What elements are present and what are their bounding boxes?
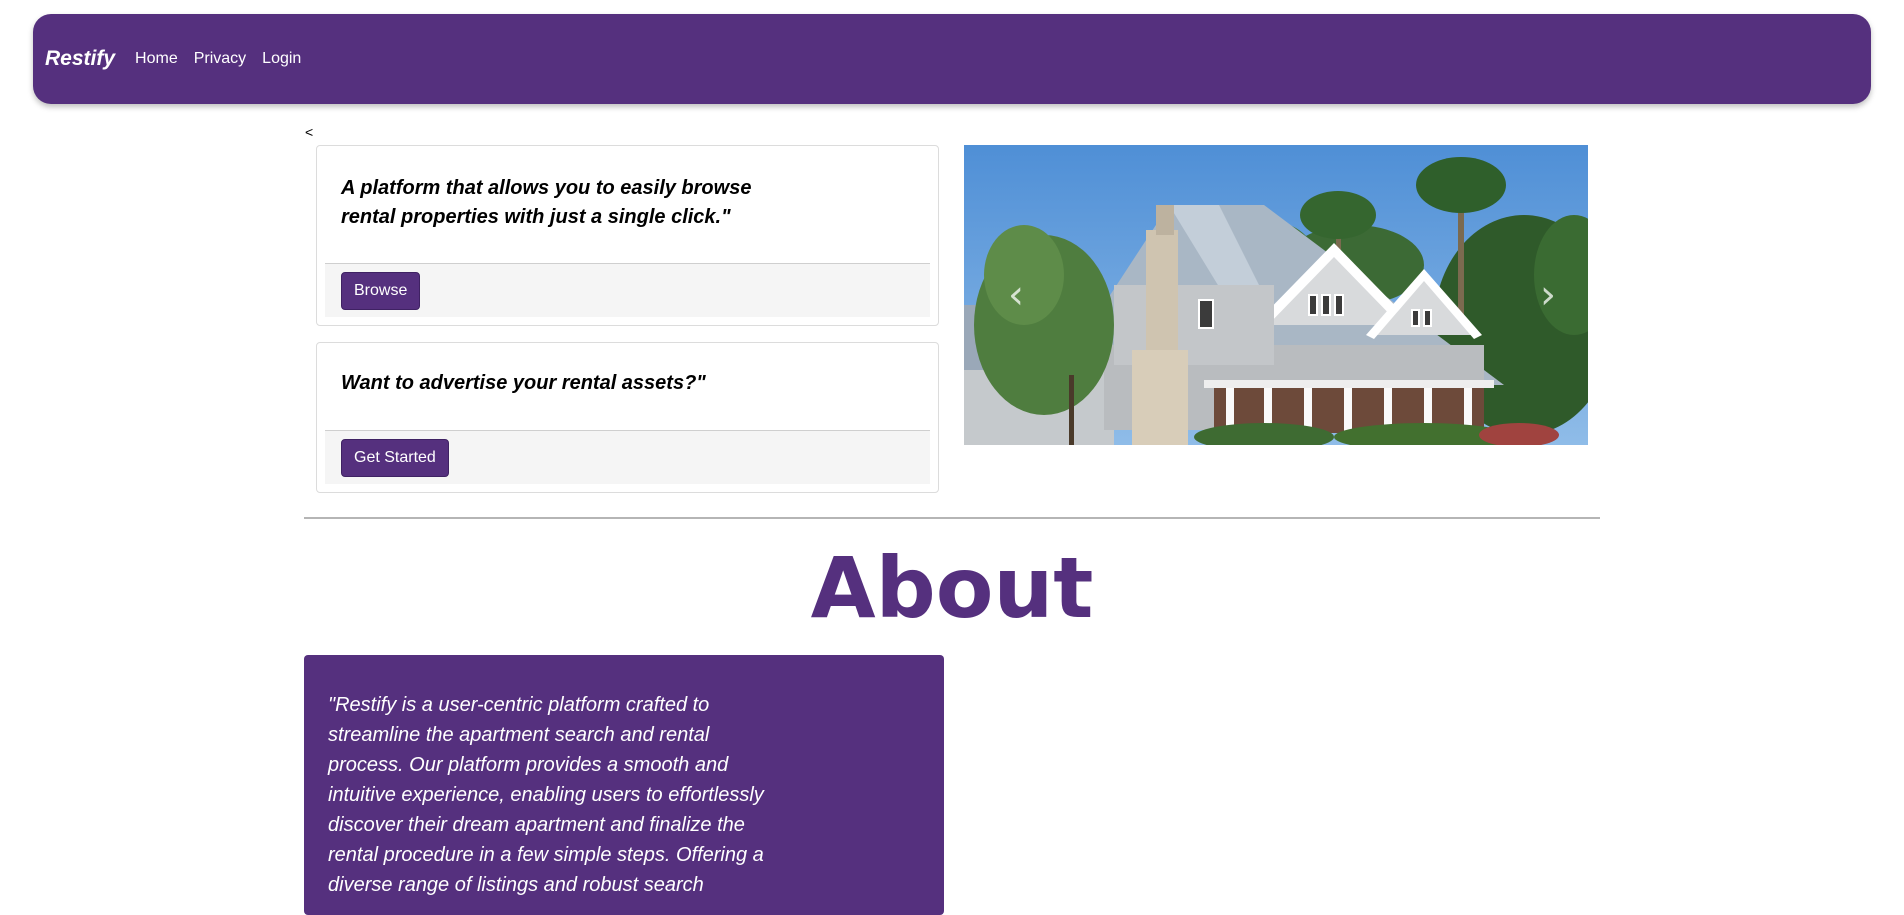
advertise-card: Want to advertise your rental assets?" G…	[316, 342, 939, 493]
browse-button[interactable]: Browse	[341, 272, 421, 310]
about-text: "Restify is a user-centric platform craf…	[328, 694, 764, 896]
house-photo	[964, 145, 1588, 445]
top-navbar: Restify Home Privacy Login	[33, 14, 1871, 104]
get-started-button[interactable]: Get Started	[341, 439, 449, 477]
browse-card-text: A platform that allows you to easily bro…	[341, 177, 752, 228]
carousel-next-icon[interactable]: ›	[1508, 145, 1588, 445]
nav-link-login[interactable]: Login	[262, 50, 301, 68]
image-carousel[interactable]: ‹ ›	[964, 145, 1588, 445]
nav-link-home[interactable]: Home	[135, 50, 178, 68]
about-title: About	[810, 539, 1094, 637]
brand-logo[interactable]: Restify	[45, 47, 115, 71]
advertise-card-footer: Get Started	[325, 430, 930, 484]
browse-card: A platform that allows you to easily bro…	[316, 145, 939, 326]
about-box: "Restify is a user-centric platform craf…	[304, 655, 944, 915]
nav-link-privacy[interactable]: Privacy	[194, 50, 246, 68]
back-arrow-link[interactable]: <	[305, 124, 313, 140]
section-divider	[304, 517, 1600, 519]
advertise-card-text: Want to advertise your rental assets?"	[341, 372, 706, 394]
carousel-prev-icon[interactable]: ‹	[976, 145, 1056, 445]
browse-card-footer: Browse	[325, 263, 930, 317]
